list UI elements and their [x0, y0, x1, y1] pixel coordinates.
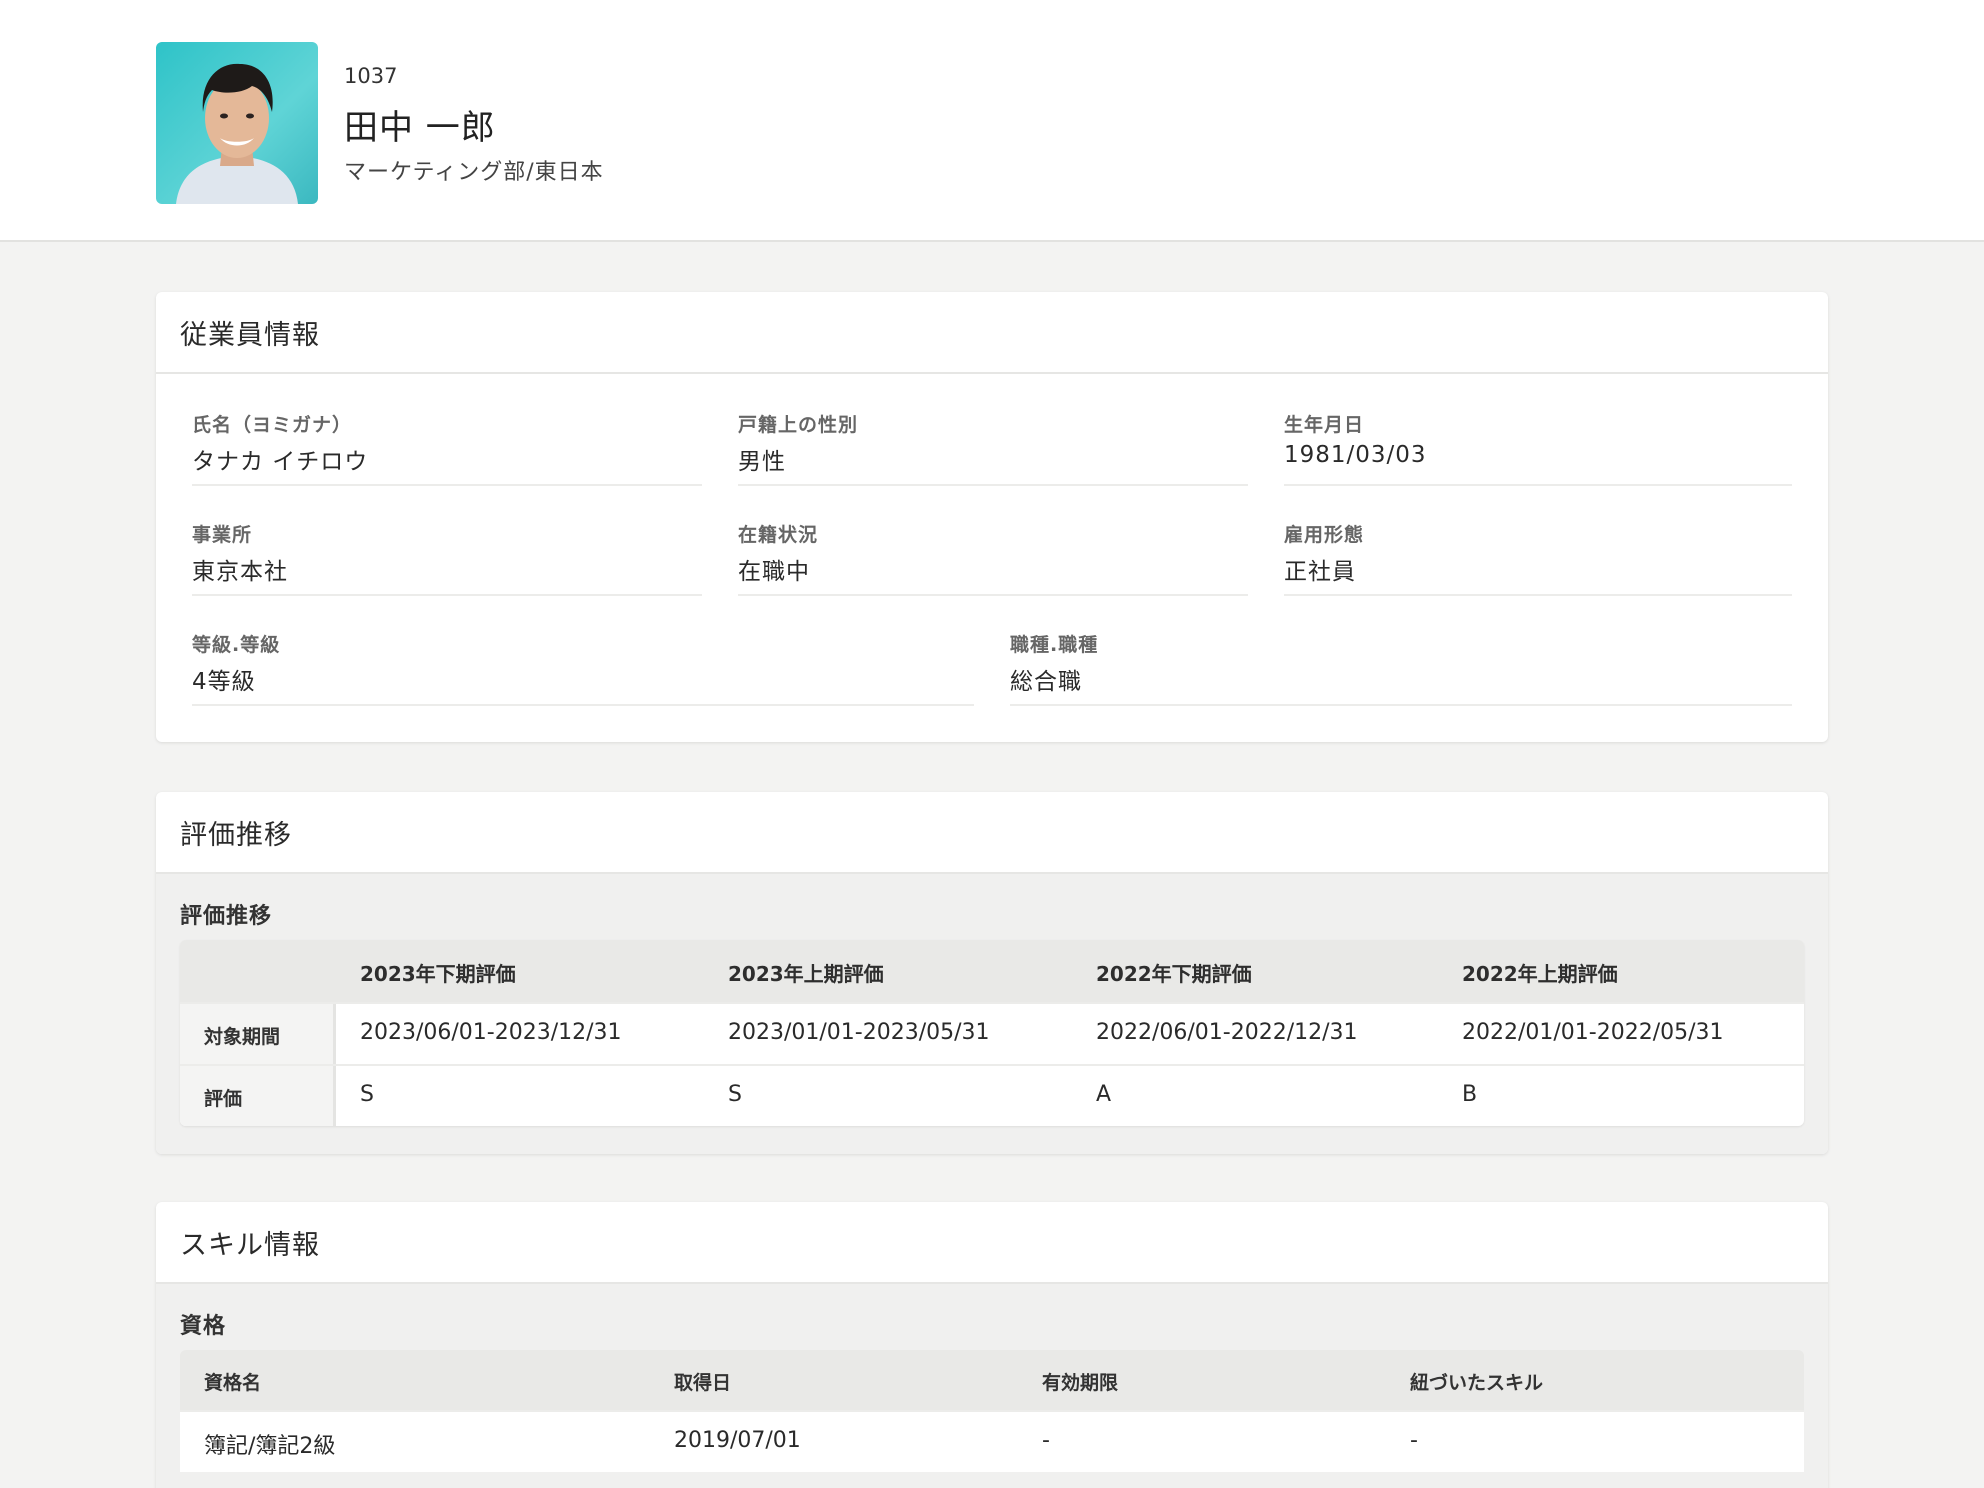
employee-info-header: 従業員情報: [156, 292, 1828, 374]
field-value: 4等級: [192, 669, 256, 695]
field-label: 雇用形態: [1284, 524, 1365, 546]
table-row: 評価 S S A B: [180, 1064, 1804, 1126]
field-value: 東京本社: [192, 559, 288, 585]
field-label: 戸籍上の性別: [738, 414, 859, 436]
field-label: 在籍状況: [738, 524, 819, 546]
avatar: [156, 42, 318, 204]
row-header-cell: 評価: [180, 1066, 336, 1126]
field-grade: 等級.等級 4等級: [192, 630, 974, 706]
evaluation-table: 2023年下期評価 2023年上期評価 2022年下期評価 2022年上期評価 …: [180, 940, 1804, 1126]
field-value: 総合職: [1010, 669, 1082, 695]
field-gender: 戸籍上の性別 男性: [738, 410, 1248, 486]
evaluation-title: 評価推移: [180, 819, 292, 851]
row-header: 評価: [204, 1088, 243, 1110]
field-value: 男性: [738, 449, 786, 475]
table-cell: B: [1462, 1082, 1478, 1107]
table-row[interactable]: 簿記/簿記2級 2019/07/01 - -: [180, 1410, 1804, 1472]
field-job-type: 職種.職種 総合職: [1010, 630, 1792, 706]
field-birthdate: 生年月日 1981/03/03: [1284, 410, 1792, 486]
column-header: 取得日: [674, 1372, 732, 1394]
table-cell: S: [728, 1082, 742, 1107]
column-header: 2023年上期評価: [728, 962, 884, 986]
employee-name: 田中 一郎: [344, 108, 496, 148]
field-employment-status: 在籍状況 在職中: [738, 520, 1248, 596]
profile-header: 1037 田中 一郎 マーケティング部/東日本: [0, 0, 1984, 242]
field-office: 事業所 東京本社: [192, 520, 702, 596]
field-employment-type: 雇用形態 正社員: [1284, 520, 1792, 596]
table-cell: 2019/07/01: [674, 1428, 801, 1453]
evaluation-header: 評価推移: [156, 792, 1828, 874]
field-label: 事業所: [192, 524, 253, 546]
employee-info-card: 従業員情報 氏名（ヨミガナ） タナカ イチロウ 戸籍上の性別 男性 生年月日 1…: [156, 292, 1828, 742]
field-value: 在職中: [738, 559, 810, 585]
field-label: 氏名（ヨミガナ）: [192, 414, 353, 436]
table-cell: 2022/06/01-2022/12/31: [1096, 1020, 1358, 1045]
row-header: 対象期間: [204, 1026, 281, 1048]
field-value: タナカ イチロウ: [192, 449, 369, 475]
table-cell: 簿記/簿記2級: [204, 1434, 336, 1459]
employee-info-title: 従業員情報: [180, 319, 320, 351]
evaluation-card: 評価推移 評価推移 2023年下期評価 2023年上期評価 2022年下期評価 …: [156, 792, 1828, 1154]
evaluation-section-label: 評価推移: [180, 904, 273, 929]
qualifications-section-label: 資格: [180, 1314, 227, 1339]
qualifications-table: 資格名 取得日 有効期限 紐づいたスキル 簿記/簿記2級 2019/07/01 …: [180, 1350, 1804, 1488]
column-header: 2022年上期評価: [1462, 962, 1618, 986]
table-header-row: 資格名 取得日 有効期限 紐づいたスキル: [180, 1350, 1804, 1410]
field-value: 1981/03/03: [1284, 442, 1427, 468]
table-header-row: 2023年下期評価 2023年上期評価 2022年下期評価 2022年上期評価: [180, 940, 1804, 1002]
column-header: 2022年下期評価: [1096, 962, 1252, 986]
table-cell: S: [360, 1082, 374, 1107]
column-header: 資格名: [204, 1372, 262, 1394]
field-label: 生年月日: [1284, 414, 1365, 436]
field-name-kana: 氏名（ヨミガナ） タナカ イチロウ: [192, 410, 702, 486]
column-header: 2023年下期評価: [360, 962, 516, 986]
table-cell: 2022/01/01-2022/05/31: [1462, 1020, 1724, 1045]
table-cell: A: [1096, 1082, 1112, 1107]
skills-title: スキル情報: [180, 1229, 320, 1261]
skills-header: スキル情報: [156, 1202, 1828, 1284]
table-cell: 2023/06/01-2023/12/31: [360, 1020, 622, 1045]
field-value: 正社員: [1284, 559, 1356, 585]
table-cell: -: [1042, 1428, 1050, 1453]
field-label: 職種.職種: [1010, 634, 1099, 656]
column-header: 紐づいたスキル: [1410, 1372, 1544, 1394]
table-cell: 2023/01/01-2023/05/31: [728, 1020, 990, 1045]
employee-department: マーケティング部/東日本: [344, 160, 604, 185]
skills-card: スキル情報 資格 資格名 取得日 有効期限 紐づいたスキル 簿記/簿記2級 20…: [156, 1202, 1828, 1488]
avatar-photo: [176, 63, 298, 204]
skills-body: 資格 資格名 取得日 有効期限 紐づいたスキル 簿記/簿記2級 2019/07/…: [156, 1284, 1828, 1488]
row-header-cell: 対象期間: [180, 1004, 336, 1064]
table-row: 対象期間 2023/06/01-2023/12/31 2023/01/01-20…: [180, 1002, 1804, 1064]
employee-id: 1037: [344, 64, 398, 88]
column-header: 有効期限: [1042, 1372, 1119, 1394]
evaluation-body: 評価推移 2023年下期評価 2023年上期評価 2022年下期評価 2022年…: [156, 874, 1828, 1154]
table-cell: -: [1410, 1428, 1418, 1453]
field-label: 等級.等級: [192, 634, 281, 656]
